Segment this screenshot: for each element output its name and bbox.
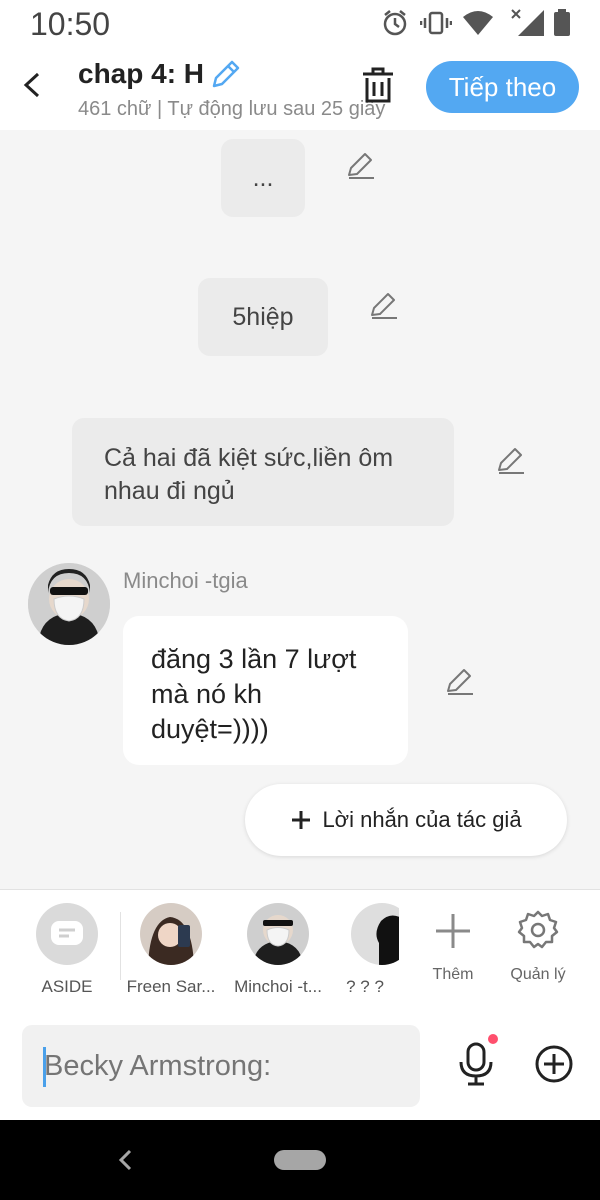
nav-back-icon[interactable] (116, 1148, 136, 1172)
edit-pencil-icon[interactable] (496, 446, 526, 476)
character-freen[interactable]: Freen Sar... (123, 903, 219, 997)
battery-icon (554, 9, 570, 36)
edit-pencil-icon[interactable] (346, 151, 376, 181)
character-divider (120, 912, 121, 980)
trash-icon[interactable] (360, 66, 396, 104)
nav-home-pill[interactable] (274, 1150, 326, 1170)
microphone-icon[interactable] (456, 1042, 496, 1086)
author-note-button[interactable]: Lời nhắn của tác giả (245, 784, 567, 856)
unknown-avatar (351, 903, 399, 965)
alarm-icon (383, 10, 407, 36)
add-character-button[interactable]: Thêm (421, 903, 485, 984)
message-bubble[interactable]: Cả hai đã kiệt sức,liền ôm nhau đi ngủ (72, 418, 454, 526)
character-photo (140, 903, 202, 965)
wifi-icon (463, 11, 493, 35)
cell-signal-icon (511, 9, 544, 36)
character-photo (247, 903, 309, 965)
manage-characters-label: Quản lý (510, 966, 566, 983)
message-bubble[interactable]: ... (221, 139, 305, 217)
minchoi-avatar (247, 903, 309, 965)
freen-avatar (140, 903, 202, 965)
aside-avatar (36, 903, 98, 965)
character-unknown[interactable]: ? ? ? (331, 903, 399, 997)
next-button[interactable]: Tiếp theo (426, 61, 579, 113)
plus-icon (292, 811, 311, 829)
character-aside[interactable]: ASIDE (19, 903, 115, 997)
author-note-label: Lời nhắn của tác giả (322, 807, 522, 832)
author-message-bubble[interactable]: đăng 3 lần 7 lượt mà nó kh duyệt=)))) (123, 616, 408, 765)
character-label: Freen Sar... (126, 977, 216, 996)
gear-icon (517, 910, 559, 949)
edit-pencil-icon[interactable] (445, 667, 475, 697)
status-time: 10:50 (30, 6, 111, 42)
message-input[interactable] (22, 1025, 420, 1107)
text-caret (43, 1047, 46, 1087)
word-count-autosave: 461 chữ | Tự động lưu sau 25 giây (78, 98, 386, 120)
edit-pencil-icon[interactable] (369, 291, 399, 321)
author-avatar[interactable] (28, 563, 110, 645)
notification-dot (488, 1034, 498, 1044)
message-author-name: Minchoi -tgia (123, 568, 248, 593)
character-label: ? ? ? (346, 977, 384, 996)
character-minchoi[interactable]: Minchoi -t... (230, 903, 326, 997)
character-label: Minchoi -t... (234, 977, 322, 996)
character-label: ASIDE (41, 977, 93, 996)
chat-bubble-icon (51, 921, 83, 945)
character-photo (351, 903, 399, 965)
manage-characters-button[interactable]: Quản lý (502, 903, 574, 984)
add-circle-icon[interactable] (534, 1044, 574, 1084)
plus-icon (436, 914, 470, 948)
avatar-image (28, 563, 110, 645)
back-arrow-icon[interactable] (18, 70, 48, 100)
chapter-title[interactable]: chap 4: H (78, 58, 204, 90)
vibrate-icon (420, 11, 452, 35)
message-bubble[interactable]: 5hiệp (198, 278, 328, 356)
edit-title-pencil-icon[interactable] (210, 58, 242, 90)
add-character-label: Thêm (432, 966, 474, 983)
